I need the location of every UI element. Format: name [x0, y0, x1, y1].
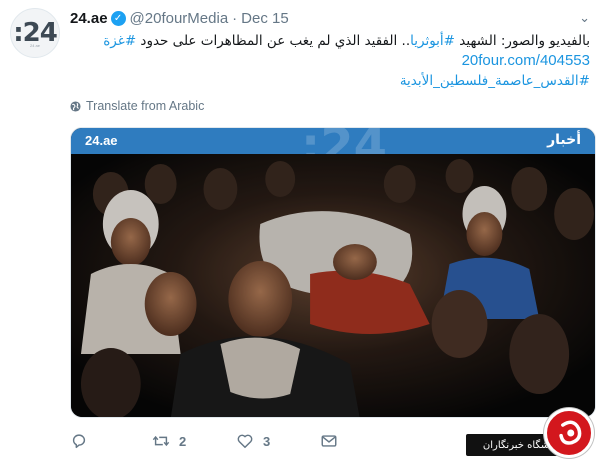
- caret-down-icon[interactable]: ⌄: [579, 10, 590, 26]
- tweet-text: بالفيديو والصور: الشهيد #أبوثريا.. الفقي…: [90, 31, 590, 91]
- reply-button[interactable]: [70, 432, 97, 450]
- retweet-icon: [152, 435, 170, 447]
- retweet-button[interactable]: 2: [152, 432, 186, 450]
- globe-icon: [70, 100, 81, 112]
- media-header-bar: 24.ae :24 أخبار: [71, 128, 595, 174]
- reply-icon: [72, 434, 86, 449]
- tweet-text-part1: بالفيديو والصور: الشهيد: [455, 33, 590, 49]
- separator-dot: ·: [232, 9, 238, 27]
- tweet-line-3: #القدس_عاصمة_فلسطين_الأبدية: [90, 71, 590, 91]
- display-name[interactable]: 24.ae: [70, 10, 108, 27]
- avatar[interactable]: :24 24 ae: [10, 8, 60, 58]
- tweet-media[interactable]: 24.ae :24 أخبار: [70, 127, 596, 418]
- tweet-text-part2: .. الفقيد الذي لم يغب عن المظاهرات على ح…: [136, 33, 411, 49]
- dm-button[interactable]: [320, 432, 338, 450]
- like-count: 3: [263, 433, 271, 449]
- tweet-date[interactable]: Dec 15: [241, 10, 289, 27]
- media-section-label: أخبار: [547, 132, 581, 148]
- hashtag-jerusalem[interactable]: #القدس_عاصمة_فلسطين_الأبدية: [400, 73, 590, 89]
- translate-label: Translate from Arabic: [86, 99, 205, 113]
- handle[interactable]: @20fourMedia: [130, 10, 229, 27]
- like-button[interactable]: 3: [236, 432, 270, 450]
- translate-link[interactable]: Translate from Arabic: [70, 99, 204, 113]
- tweet-line-1: بالفيديو والصور: الشهيد #أبوثريا.. الفقي…: [90, 31, 590, 51]
- verified-icon: ✓: [110, 10, 126, 26]
- tweet-line-2: 20four.com/404553: [90, 51, 590, 71]
- tweet-header: 24.ae ✓ @20fourMedia · Dec 15: [70, 8, 289, 28]
- funeral-photo: [71, 154, 595, 417]
- dm-icon: [321, 435, 337, 447]
- avatar-subtext: 24 ae: [29, 43, 40, 48]
- watermark: باشگاه خبرنگاران: [462, 406, 600, 462]
- retweet-count: 2: [179, 433, 187, 449]
- tweet-link[interactable]: 20four.com/404553: [462, 52, 590, 69]
- hashtag-abuthuraya[interactable]: #أبوثريا: [410, 33, 455, 49]
- watermark-logo: [544, 408, 594, 458]
- tweet-actions: 2 3: [70, 432, 370, 454]
- media-logo: 24.ae: [85, 133, 118, 148]
- hashtag-gaza[interactable]: #غزة: [103, 33, 136, 49]
- like-icon: [237, 434, 253, 449]
